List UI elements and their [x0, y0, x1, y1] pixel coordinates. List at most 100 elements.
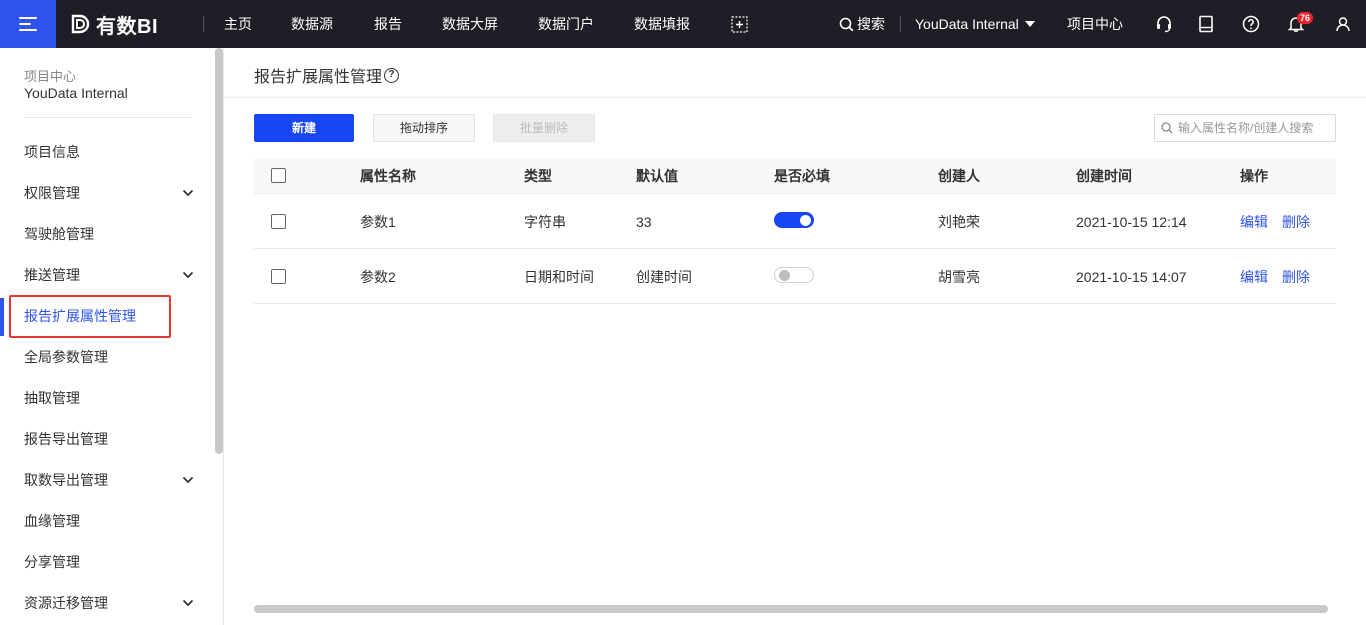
help-button[interactable] — [1241, 14, 1261, 34]
cell-created: 2021-10-15 14:07 — [1076, 269, 1187, 285]
required-toggle[interactable] — [774, 267, 814, 283]
sidebar-item-label: 推送管理 — [24, 267, 80, 283]
logo-text: 有数BI — [96, 15, 158, 38]
sidebar-item-push[interactable]: 推送管理 — [0, 255, 212, 296]
column-header-default: 默认值 — [636, 168, 678, 184]
edit-link[interactable]: 编辑 — [1240, 250, 1268, 304]
caret-down-icon — [1024, 21, 1035, 27]
cell-default: 创建时间 — [636, 269, 692, 285]
sidebar-item-lineage[interactable]: 血缘管理 — [0, 501, 212, 542]
project-center-link[interactable]: 项目中心 — [1067, 0, 1123, 48]
project-select-label: YouData Internal — [915, 16, 1019, 32]
cell-type: 日期和时间 — [524, 269, 594, 285]
sidebar-item-label: 血缘管理 — [24, 513, 80, 529]
user-button[interactable] — [1333, 14, 1353, 34]
sidebar-item-project-info[interactable]: 项目信息 — [0, 132, 212, 173]
cell-name: 参数2 — [360, 269, 396, 285]
nav-report[interactable]: 报告 — [374, 0, 402, 48]
sidebar-project-name: YouData Internal — [24, 85, 128, 101]
nav-divider — [203, 16, 204, 32]
page-title: 报告扩展属性管理 ? — [254, 63, 400, 87]
logo-mark-icon — [71, 14, 90, 34]
sidebar-item-label: 报告导出管理 — [24, 431, 108, 447]
edit-link[interactable]: 编辑 — [1240, 195, 1268, 249]
row-checkbox[interactable] — [271, 214, 286, 229]
docs-button[interactable] — [1196, 14, 1216, 34]
cell-creator: 胡雪亮 — [938, 269, 980, 285]
sidebar-scrollbar[interactable] — [215, 48, 223, 454]
cell-type: 字符串 — [524, 214, 566, 230]
chevron-down-icon — [182, 189, 194, 197]
sidebar-item-label: 项目信息 — [24, 144, 80, 160]
chevron-down-icon — [182, 476, 194, 484]
hamburger-icon — [19, 17, 37, 31]
sidebar-item-share[interactable]: 分享管理 — [0, 542, 212, 583]
sidebar-item-label: 抽取管理 — [24, 390, 80, 406]
notification-badge: 76 — [1297, 12, 1314, 24]
sidebar-item-label: 取数导出管理 — [24, 472, 108, 488]
column-header-creator: 创建人 — [938, 168, 980, 184]
sidebar-item-label: 权限管理 — [24, 185, 80, 201]
nav-home[interactable]: 主页 — [224, 0, 252, 48]
column-header-created: 创建时间 — [1076, 168, 1132, 184]
sidebar-item-migration[interactable]: 资源迁移管理 — [0, 583, 212, 624]
batch-delete-button[interactable]: 批量删除 — [493, 114, 595, 142]
toggle-knob — [800, 214, 811, 226]
cell-created: 2021-10-15 12:14 — [1076, 214, 1187, 230]
global-search-button[interactable]: 搜索 — [839, 0, 885, 48]
book-icon — [1199, 15, 1213, 33]
project-select[interactable]: YouData Internal — [915, 0, 1035, 48]
sidebar-item-label: 分享管理 — [24, 554, 80, 570]
search-box — [1154, 114, 1336, 142]
column-header-actions: 操作 — [1240, 168, 1268, 184]
headset-icon — [1157, 16, 1171, 33]
sidebar-divider — [24, 117, 192, 118]
sidebar-item-extract[interactable]: 抽取管理 — [0, 378, 212, 419]
search-input[interactable] — [1178, 121, 1333, 135]
help-icon[interactable]: ? — [384, 67, 400, 83]
sidebar: 项目中心 YouData Internal 项目信息 权限管理 驾驶舱管理 推送… — [0, 48, 224, 625]
main-content: 报告扩展属性管理 ? 新建 拖动排序 批量删除 属性名称 类型 默认值 是否必填… — [224, 48, 1366, 625]
add-app-button[interactable] — [729, 14, 749, 34]
chevron-down-icon — [182, 599, 194, 607]
column-header-type: 类型 — [524, 168, 552, 184]
nav-fill[interactable]: 数据填报 — [634, 0, 690, 48]
column-header-required: 是否必填 — [774, 168, 830, 184]
search-label: 搜索 — [857, 16, 885, 32]
new-button[interactable]: 新建 — [254, 114, 354, 142]
search-divider — [900, 16, 901, 32]
cell-name: 参数1 — [360, 214, 396, 230]
menu-toggle-button[interactable] — [0, 0, 56, 48]
sidebar-item-label: 驾驶舱管理 — [24, 226, 94, 242]
select-all-checkbox[interactable] — [271, 168, 286, 183]
drag-sort-button[interactable]: 拖动排序 — [373, 114, 475, 142]
search-icon — [839, 17, 854, 31]
horizontal-scrollbar[interactable] — [254, 605, 1328, 613]
required-toggle[interactable] — [774, 212, 814, 228]
sidebar-item-data-export[interactable]: 取数导出管理 — [0, 460, 212, 501]
nav-bigscreen[interactable]: 数据大屏 — [442, 0, 498, 48]
search-icon — [1161, 122, 1173, 134]
toggle-knob — [779, 269, 790, 281]
logo[interactable]: 有数BI — [70, 12, 158, 38]
sidebar-project-label: 项目中心 — [24, 69, 77, 84]
nav-datasource[interactable]: 数据源 — [291, 0, 333, 48]
cell-default: 33 — [636, 214, 652, 230]
table-row: 参数2 日期和时间 创建时间 胡雪亮 2021-10-15 14:07 编辑 删… — [254, 250, 1336, 304]
sidebar-item-label: 全局参数管理 — [24, 349, 108, 365]
sidebar-item-report-export[interactable]: 报告导出管理 — [0, 419, 212, 460]
chevron-down-icon — [182, 271, 194, 279]
sidebar-item-permissions[interactable]: 权限管理 — [0, 173, 212, 214]
row-checkbox[interactable] — [271, 269, 286, 284]
page-title-text: 报告扩展属性管理 — [254, 69, 383, 86]
nav-portal[interactable]: 数据门户 — [538, 0, 594, 48]
user-icon — [1336, 17, 1350, 32]
sidebar-item-global-params[interactable]: 全局参数管理 — [0, 337, 212, 378]
delete-link[interactable]: 删除 — [1282, 250, 1310, 304]
sidebar-item-label: 资源迁移管理 — [24, 595, 108, 611]
delete-link[interactable]: 删除 — [1282, 195, 1310, 249]
sidebar-item-cockpit[interactable]: 驾驶舱管理 — [0, 214, 212, 255]
table-header: 属性名称 类型 默认值 是否必填 创建人 创建时间 操作 — [254, 158, 1336, 194]
plus-square-icon — [730, 15, 748, 33]
support-button[interactable] — [1154, 14, 1174, 34]
